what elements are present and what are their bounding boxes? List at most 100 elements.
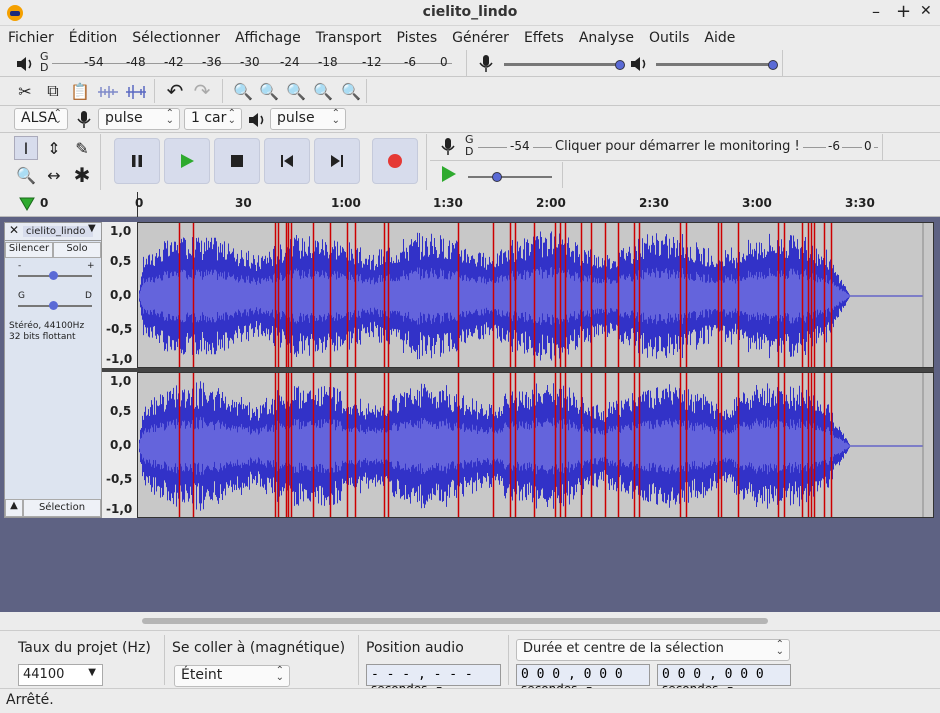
vertical-scale[interactable]: 1,0 0,5 0,0 -0,5 -1,0 [102,372,137,518]
undo-icon[interactable]: ↶ [163,79,187,103]
scale-label: 0,0 [110,438,132,452]
scale-label: 0,5 [110,254,132,268]
menu-transport[interactable]: Transport [316,30,382,46]
scale-label: -0,5 [106,472,133,486]
fit-selection-icon[interactable]: 🔍 [284,79,308,103]
menu-pistes[interactable]: Pistes [396,30,437,46]
selection-end-field[interactable]: 0 0 0 , 0 0 0 secondes ▾ [657,664,791,697]
stop-button[interactable] [214,138,260,184]
skip-start-button[interactable] [264,138,310,184]
trim-audio-icon[interactable] [96,83,120,101]
play-button[interactable] [164,138,210,184]
paste-icon[interactable]: 📋 [68,79,92,103]
menu-affichage[interactable]: Affichage [235,30,301,46]
skip-end-button[interactable] [314,138,360,184]
track-area: ✕ cielito_lindo ▼ Silencer Solo - + G D … [0,218,940,518]
ruler-tick: 0 [40,196,49,210]
silence-audio-icon[interactable] [124,83,148,101]
track-name-menu[interactable]: cielito_lindo [23,226,93,237]
playback-volume-thumb[interactable] [768,60,778,70]
play-speed-thumb[interactable] [492,172,502,182]
ruler-tick: 2:00 [536,196,566,210]
scrollbar-thumb[interactable] [142,618,768,624]
snap-to-label: Se coller à (magnétique) [172,640,346,656]
microphone-icon [77,111,91,128]
vertical-scale[interactable]: 1,0 0,5 0,0 -0,5 -1,0 [102,222,137,368]
menu-bar: Fichier Édition Sélectionner Affichage T… [0,26,940,50]
menu-edition[interactable]: Édition [69,30,117,46]
scale-label: 0,0 [110,288,132,302]
pan-left-label: G [18,291,25,301]
meter-lr-label: GD [40,50,49,74]
timeline-ruler[interactable]: 0 0 30 1:00 1:30 2:00 2:30 3:00 3:30 [0,192,940,217]
track-control-panel[interactable]: ✕ cielito_lindo ▼ Silencer Solo - + G D … [4,222,102,518]
track-format-info: 32 bits flottant [9,332,76,342]
mute-button[interactable]: Silencer [5,242,53,258]
record-volume-thumb[interactable] [615,60,625,70]
title-bar: cielito_lindo – + ✕ [0,0,940,26]
menu-fichier[interactable]: Fichier [8,30,54,46]
scale-label: 1,0 [110,374,132,388]
snap-to-dropdown[interactable]: Éteint [174,665,290,687]
waveform-channel-right[interactable] [137,372,934,518]
gain-thumb[interactable] [49,271,58,280]
gain-minus-label: - [18,261,22,271]
zoom-out-icon[interactable]: 🔍 [257,79,281,103]
pause-icon [132,155,142,167]
redo-icon[interactable]: ↷ [190,79,214,103]
microphone-icon[interactable] [440,137,456,157]
close-button[interactable]: ✕ [920,3,932,19]
input-device-dropdown[interactable]: pulse [98,108,180,130]
envelope-tool-icon[interactable]: ⇕ [42,136,66,160]
select-track-button[interactable]: Sélection [23,499,101,517]
track-close-icon[interactable]: ✕ [9,223,19,237]
speaker-icon [249,113,264,127]
speaker-icon[interactable] [14,54,36,74]
scale-label: 0,5 [110,404,132,418]
selection-tool-icon[interactable]: I [14,136,38,160]
waveform-channel-left[interactable] [137,222,934,368]
horizontal-scrollbar[interactable] [0,612,940,630]
cut-icon[interactable]: ✂ [13,79,37,103]
output-device-dropdown[interactable]: pulse [270,108,346,130]
channels-dropdown[interactable]: 1 car [184,108,242,130]
fit-project-icon[interactable]: 🔍 [311,79,335,103]
copy-icon[interactable]: ⧉ [41,79,65,103]
selection-start-field[interactable]: 0 0 0 , 0 0 0 secondes ▾ [516,664,650,697]
minimize-button[interactable]: – [872,2,880,21]
project-rate-label: Taux du projet (Hz) [18,640,151,656]
menu-generer[interactable]: Générer [452,30,509,46]
audio-host-dropdown[interactable]: ALSA [14,108,68,130]
monitoring-hint[interactable]: Cliquer pour démarrer le monitoring ! [552,139,803,154]
skip-end-icon [331,155,343,167]
zoom-tool-icon[interactable]: 🔍 [14,163,38,187]
timeshift-tool-icon[interactable]: ↔ [42,163,66,187]
solo-button[interactable]: Solo [53,242,101,258]
pan-thumb[interactable] [49,301,58,310]
play-at-speed-icon[interactable] [440,164,458,184]
play-head-icon[interactable] [19,197,35,211]
play-speed-slider[interactable] [468,176,552,178]
audio-position-field[interactable]: - - - , - - - secondes ▾ [366,664,501,697]
record-button[interactable] [372,138,418,184]
draw-tool-icon[interactable]: ✎ [70,136,94,160]
zoom-in-icon[interactable]: 🔍 [231,79,255,103]
multi-tool-icon[interactable]: ✱ [70,163,94,187]
gain-plus-label: + [87,261,95,271]
maximize-button[interactable]: + [896,1,911,22]
scale-label: -1,0 [106,502,133,516]
menu-selectionner[interactable]: Sélectionner [132,30,220,46]
menu-outils[interactable]: Outils [649,30,689,46]
ruler-tick: 3:00 [742,196,772,210]
project-rate-dropdown[interactable]: 44100 ▼ [18,664,103,686]
record-volume-slider[interactable] [504,63,622,66]
playback-volume-slider[interactable] [656,63,776,66]
collapse-icon[interactable]: ▲ [5,499,23,517]
pause-button[interactable] [114,138,160,184]
zoom-toggle-icon[interactable]: 🔍 [339,79,363,103]
menu-analyse[interactable]: Analyse [579,30,634,46]
menu-aide[interactable]: Aide [704,30,735,46]
menu-effets[interactable]: Effets [524,30,564,46]
selection-mode-dropdown[interactable]: Durée et centre de la sélection [516,639,790,661]
ruler-tick: 0 [135,196,144,210]
